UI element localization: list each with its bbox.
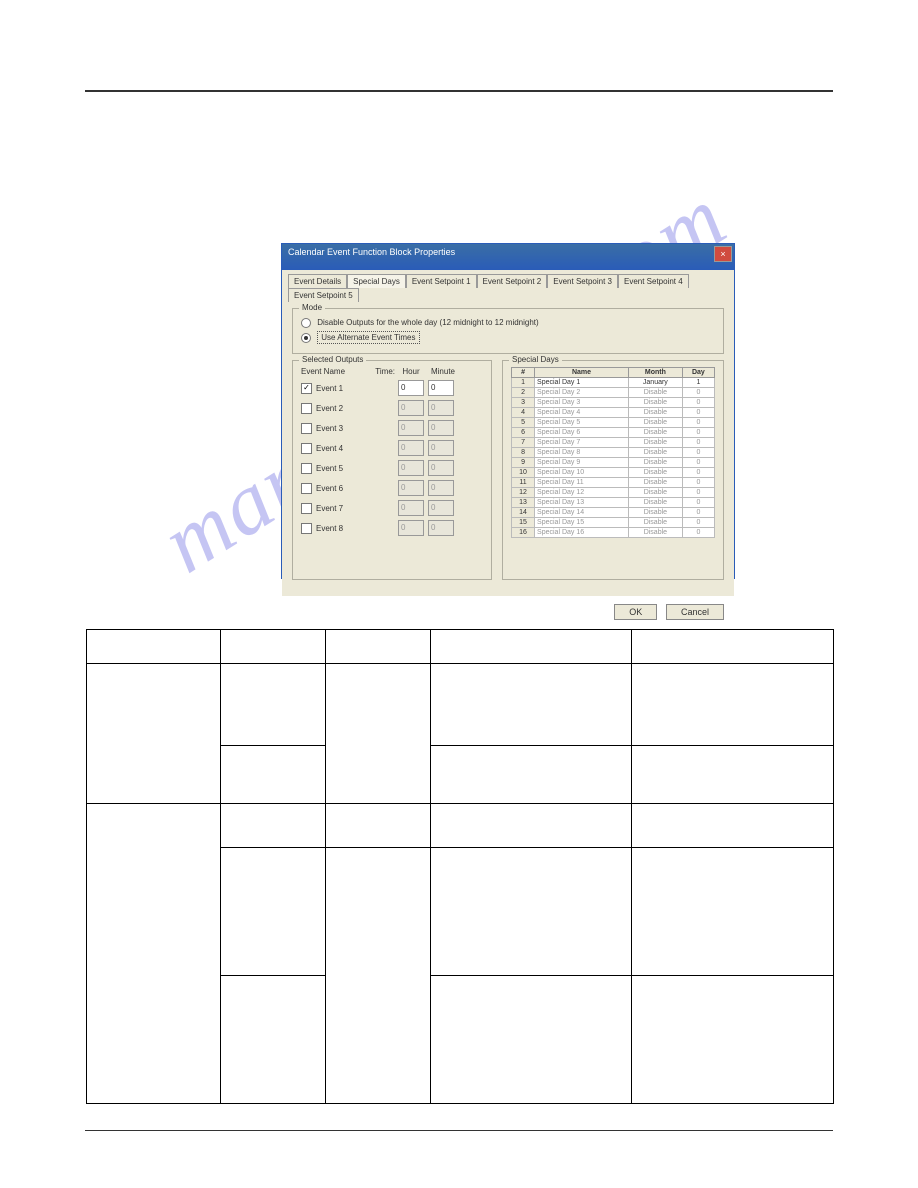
minute-stepper[interactable]: 0 (428, 440, 454, 456)
table-row[interactable]: 1Special Day 1January1 (512, 378, 715, 388)
mode-group-label: Mode (299, 303, 325, 312)
dialog-window: Calendar Event Function Block Properties… (281, 243, 735, 579)
col-day: Day (682, 368, 714, 378)
event-checkbox[interactable] (301, 423, 312, 434)
minute-stepper[interactable]: 0 (428, 460, 454, 476)
ok-button[interactable]: OK (614, 604, 657, 620)
event-label: Event 1 (316, 384, 398, 393)
table-row[interactable]: 16Special Day 16Disable0 (512, 528, 715, 538)
event-label: Event 4 (316, 444, 398, 453)
selected-outputs-label: Selected Outputs (299, 355, 366, 364)
hour-stepper[interactable]: 0 (398, 440, 424, 456)
event-checkbox[interactable] (301, 503, 312, 514)
rule-bottom (85, 1130, 833, 1131)
event-row: Event 400 (301, 438, 483, 458)
table-row[interactable]: 7Special Day 7Disable0 (512, 438, 715, 448)
event-row: Event 700 (301, 498, 483, 518)
table-row[interactable]: 15Special Day 15Disable0 (512, 518, 715, 528)
tab-event-setpoint-4[interactable]: Event Setpoint 4 (618, 274, 689, 288)
radio-icon (301, 318, 311, 328)
special-days-table[interactable]: # Name Month Day 1Special Day 1January12… (511, 367, 715, 538)
table-row[interactable]: 13Special Day 13Disable0 (512, 498, 715, 508)
cancel-button[interactable]: Cancel (666, 604, 724, 620)
minute-header: Minute (427, 367, 459, 376)
table-row[interactable]: 6Special Day 6Disable0 (512, 428, 715, 438)
dialog-title: Calendar Event Function Block Properties (288, 247, 455, 257)
radio-label: Disable Outputs for the whole day (12 mi… (317, 318, 538, 327)
tab-event-setpoint-2[interactable]: Event Setpoint 2 (477, 274, 548, 288)
minute-stepper[interactable]: 0 (428, 520, 454, 536)
tab-event-details[interactable]: Event Details (288, 274, 347, 288)
special-days-label: Special Days (509, 355, 562, 364)
event-label: Event 6 (316, 484, 398, 493)
event-checkbox[interactable] (301, 403, 312, 414)
hour-header: Hour (395, 367, 427, 376)
minute-stepper[interactable]: 0 (428, 380, 454, 396)
col-name: Name (535, 368, 629, 378)
event-label: Event 2 (316, 404, 398, 413)
event-name-header: Event Name (301, 367, 367, 376)
event-label: Event 7 (316, 504, 398, 513)
hour-stepper[interactable]: 0 (398, 460, 424, 476)
tab-strip: Event DetailsSpecial DaysEvent Setpoint … (282, 270, 734, 302)
rule-top (85, 90, 833, 92)
table-row[interactable]: 2Special Day 2Disable0 (512, 388, 715, 398)
radio-use-alternate[interactable]: Use Alternate Event Times (301, 331, 715, 344)
time-header: Time: (367, 367, 395, 376)
table-row[interactable]: 5Special Day 5Disable0 (512, 418, 715, 428)
dialog-titlebar: Calendar Event Function Block Properties… (282, 244, 734, 270)
radio-label: Use Alternate Event Times (317, 331, 419, 344)
minute-stepper[interactable]: 0 (428, 420, 454, 436)
minute-stepper[interactable]: 0 (428, 500, 454, 516)
hour-stepper[interactable]: 0 (398, 480, 424, 496)
event-row: Event 100 (301, 378, 483, 398)
event-label: Event 8 (316, 524, 398, 533)
hour-stepper[interactable]: 0 (398, 400, 424, 416)
event-row: Event 600 (301, 478, 483, 498)
hour-stepper[interactable]: 0 (398, 420, 424, 436)
event-checkbox[interactable] (301, 443, 312, 454)
close-icon[interactable]: × (714, 246, 732, 262)
mode-group: Mode Disable Outputs for the whole day (… (292, 308, 724, 354)
selected-outputs-group: Selected Outputs Event Name Time: Hour M… (292, 360, 492, 580)
col-month: Month (628, 368, 682, 378)
tab-event-setpoint-3[interactable]: Event Setpoint 3 (547, 274, 618, 288)
event-label: Event 3 (316, 424, 398, 433)
event-row: Event 500 (301, 458, 483, 478)
hour-stepper[interactable]: 0 (398, 500, 424, 516)
event-row: Event 200 (301, 398, 483, 418)
event-row: Event 300 (301, 418, 483, 438)
event-label: Event 5 (316, 464, 398, 473)
table-row[interactable]: 9Special Day 9Disable0 (512, 458, 715, 468)
minute-stepper[interactable]: 0 (428, 400, 454, 416)
tab-event-setpoint-1[interactable]: Event Setpoint 1 (406, 274, 477, 288)
tab-special-days[interactable]: Special Days (347, 274, 406, 288)
radio-disable-outputs[interactable]: Disable Outputs for the whole day (12 mi… (301, 318, 715, 328)
tab-event-setpoint-5[interactable]: Event Setpoint 5 (288, 288, 359, 302)
radio-icon (301, 333, 311, 343)
minute-stepper[interactable]: 0 (428, 480, 454, 496)
document-table (86, 629, 834, 1104)
hour-stepper[interactable]: 0 (398, 380, 424, 396)
event-checkbox[interactable] (301, 463, 312, 474)
table-row[interactable]: 11Special Day 11Disable0 (512, 478, 715, 488)
table-row[interactable]: 10Special Day 10Disable0 (512, 468, 715, 478)
special-days-group: Special Days # Name Month Day 1Special D… (502, 360, 724, 580)
event-checkbox[interactable] (301, 523, 312, 534)
table-row[interactable]: 4Special Day 4Disable0 (512, 408, 715, 418)
table-row[interactable]: 12Special Day 12Disable0 (512, 488, 715, 498)
table-row[interactable]: 8Special Day 8Disable0 (512, 448, 715, 458)
hour-stepper[interactable]: 0 (398, 520, 424, 536)
col-num: # (512, 368, 535, 378)
table-row[interactable]: 14Special Day 14Disable0 (512, 508, 715, 518)
event-checkbox[interactable] (301, 383, 312, 394)
event-checkbox[interactable] (301, 483, 312, 494)
event-row: Event 800 (301, 518, 483, 538)
table-row[interactable]: 3Special Day 3Disable0 (512, 398, 715, 408)
